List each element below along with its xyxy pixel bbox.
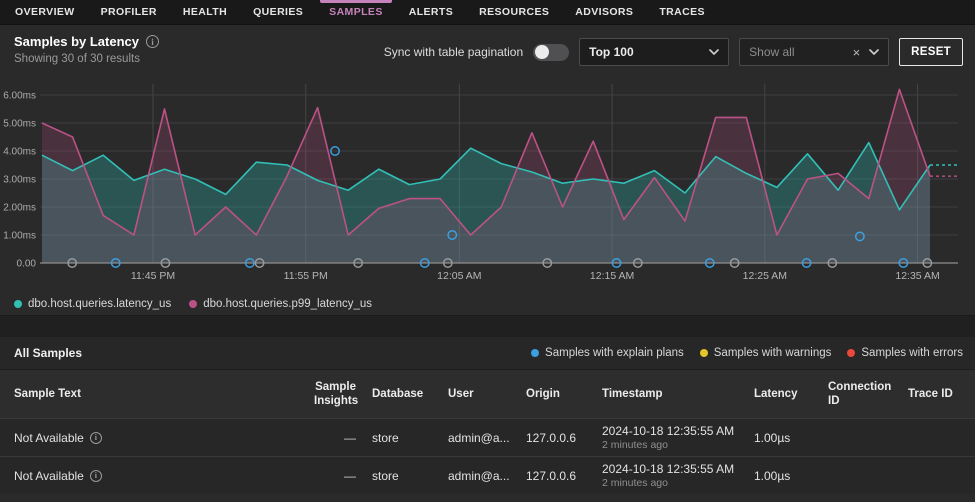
sync-pagination-label: Sync with table pagination bbox=[383, 45, 524, 59]
svg-text:0.00: 0.00 bbox=[17, 259, 37, 270]
status-legend-item-0: Samples with explain plans bbox=[531, 347, 684, 359]
all-samples-bar: All Samples Samples with explain plans Sa… bbox=[0, 337, 975, 370]
column-header-sample_text[interactable]: Sample Text bbox=[14, 387, 314, 401]
column-header-timestamp[interactable]: Timestamp bbox=[602, 387, 754, 401]
svg-text:11:45 PM: 11:45 PM bbox=[131, 270, 175, 282]
reset-button[interactable]: RESET bbox=[899, 38, 963, 66]
svg-text:5.00ms: 5.00ms bbox=[3, 119, 36, 130]
legend-dot bbox=[14, 300, 22, 308]
top-nav: OVERVIEW PROFILER HEALTH QUERIES SAMPLES ALER… bbox=[0, 0, 975, 25]
cell-origin: 127.0.0.6 bbox=[526, 430, 577, 445]
cell-database: store bbox=[372, 430, 399, 445]
cell-sample_text: Not Available i bbox=[14, 469, 314, 483]
status-legend-item-2: Samples with errors bbox=[847, 347, 963, 359]
sample-text-value: Not Available bbox=[14, 430, 84, 445]
cell-latency: 1.00µs bbox=[754, 430, 791, 445]
table-header-row: Sample Text Sample Insights Database User Or… bbox=[0, 370, 975, 418]
legend-label: dbo.host.queries.latency_us bbox=[28, 298, 172, 310]
svg-text:6.00ms: 6.00ms bbox=[3, 91, 36, 102]
status-dot bbox=[531, 349, 540, 357]
column-header-trace_id[interactable]: Trace ID bbox=[908, 387, 967, 401]
tab-resources[interactable]: RESOURCES bbox=[466, 0, 562, 24]
svg-text:12:35 AM: 12:35 AM bbox=[895, 270, 939, 282]
samples-table-body: Not Available i — store admin@a... 127.0.0.6 2… bbox=[0, 418, 975, 494]
tab-queries[interactable]: QUERIES bbox=[240, 0, 316, 24]
chevron-down-icon bbox=[869, 49, 879, 55]
latency-chart[interactable]: 0.00 1.00ms 2.00ms 3.00ms 4.00ms 5.00ms 6.00ms… bbox=[0, 77, 975, 289]
panel-title: Samples by Latency bbox=[14, 34, 139, 49]
tab-traces[interactable]: TRACES bbox=[646, 0, 718, 24]
legend-item-series-0[interactable]: dbo.host.queries.latency_us bbox=[14, 298, 171, 310]
latency-chart-svg[interactable]: 0.00 1.00ms 2.00ms 3.00ms 4.00ms 5.00ms 6.00ms… bbox=[0, 77, 975, 289]
top-n-select[interactable]: Top 100 bbox=[579, 38, 730, 66]
results-count: Showing 30 of 30 results bbox=[14, 53, 140, 65]
tab-advisors[interactable]: ADVISORS bbox=[562, 0, 646, 24]
cell-timestamp: 2024-10-18 12:35:55 AM 2 minutes ago bbox=[602, 424, 754, 451]
chart-legend: dbo.host.queries.latency_us dbo.host.quer… bbox=[0, 289, 975, 315]
column-header-user[interactable]: User bbox=[448, 387, 526, 401]
samples-by-latency-panel: Samples by Latency i Showing 30 of 30 re… bbox=[0, 25, 975, 315]
column-header-database[interactable]: Database bbox=[372, 387, 448, 401]
svg-text:3.00ms: 3.00ms bbox=[3, 175, 36, 186]
cell-insights: — bbox=[344, 468, 356, 483]
samples-status-legend: Samples with explain plans Samples with w… bbox=[531, 347, 963, 359]
clear-icon[interactable]: × bbox=[853, 46, 861, 59]
cell-latency: 1.00µs bbox=[754, 468, 791, 483]
chart-controls: Sync with table pagination Top 100 Show … bbox=[384, 38, 963, 66]
cell-sample_text: Not Available i bbox=[14, 431, 314, 445]
top-n-value: Top 100 bbox=[589, 45, 634, 59]
panel-title-block: Samples by Latency i Showing 30 of 30 re… bbox=[14, 34, 159, 65]
cell-database: store bbox=[372, 468, 399, 483]
info-icon[interactable]: i bbox=[89, 469, 102, 482]
tab-overview[interactable]: OVERVIEW bbox=[2, 0, 88, 24]
status-label: Samples with warnings bbox=[713, 347, 832, 359]
svg-text:12:05 AM: 12:05 AM bbox=[437, 270, 481, 282]
legend-label: dbo.host.queries.p99_latency_us bbox=[203, 298, 373, 310]
table-row[interactable]: Not Available i — store admin@a... 127.0.0.6 2… bbox=[0, 418, 975, 456]
svg-text:12:15 AM: 12:15 AM bbox=[590, 270, 634, 282]
column-header-origin[interactable]: Origin bbox=[526, 387, 602, 401]
svg-text:2.00ms: 2.00ms bbox=[3, 203, 36, 214]
status-label: Samples with errors bbox=[861, 347, 963, 359]
svg-text:11:55 PM: 11:55 PM bbox=[284, 270, 328, 282]
svg-text:4.00ms: 4.00ms bbox=[3, 147, 36, 158]
tab-alerts[interactable]: ALERTS bbox=[396, 0, 466, 24]
timestamp-relative: 2 minutes ago bbox=[602, 477, 668, 490]
tab-samples[interactable]: SAMPLES bbox=[316, 0, 396, 24]
all-samples-title: All Samples bbox=[14, 346, 83, 360]
status-dot bbox=[847, 349, 856, 357]
column-header-latency[interactable]: Latency bbox=[754, 387, 828, 401]
toggle-knob bbox=[535, 45, 550, 59]
sync-pagination-toggle[interactable] bbox=[533, 43, 570, 61]
cell-user: admin@a... bbox=[448, 468, 510, 483]
svg-text:1.00ms: 1.00ms bbox=[3, 231, 36, 242]
status-legend-item-1: Samples with warnings bbox=[699, 347, 832, 359]
panel-header: Samples by Latency i Showing 30 of 30 re… bbox=[0, 25, 975, 77]
legend-item-series-1[interactable]: dbo.host.queries.p99_latency_us bbox=[189, 298, 372, 310]
timestamp-value: 2024-10-18 12:35:55 AM bbox=[602, 461, 735, 476]
cell-user: admin@a... bbox=[448, 430, 510, 445]
tab-health[interactable]: HEALTH bbox=[170, 0, 240, 24]
column-header-connection_id[interactable]: Connection ID bbox=[828, 380, 908, 409]
timestamp-value: 2024-10-18 12:35:55 AM bbox=[602, 423, 735, 438]
column-header-insights[interactable]: Sample Insights bbox=[314, 380, 372, 409]
info-icon[interactable]: i bbox=[146, 35, 159, 48]
svg-text:12:25 AM: 12:25 AM bbox=[743, 270, 787, 282]
cell-origin: 127.0.0.6 bbox=[526, 468, 577, 483]
show-all-select[interactable]: Show all × bbox=[739, 38, 890, 66]
status-label: Samples with explain plans bbox=[545, 347, 684, 359]
timestamp-relative: 2 minutes ago bbox=[602, 439, 668, 452]
legend-dot bbox=[189, 300, 198, 308]
sample-text-value: Not Available bbox=[14, 468, 84, 483]
show-all-placeholder: Show all bbox=[749, 45, 795, 59]
tab-profiler[interactable]: PROFILER bbox=[88, 0, 170, 24]
table-row[interactable]: Not Available i — store admin@a... 127.0.0.6 2… bbox=[0, 456, 975, 494]
cell-insights: — bbox=[344, 430, 356, 445]
chevron-down-icon bbox=[709, 49, 719, 55]
cell-timestamp: 2024-10-18 12:35:55 AM 2 minutes ago bbox=[602, 462, 754, 489]
status-dot bbox=[699, 349, 708, 357]
info-icon[interactable]: i bbox=[89, 431, 102, 444]
section-divider bbox=[0, 315, 975, 337]
